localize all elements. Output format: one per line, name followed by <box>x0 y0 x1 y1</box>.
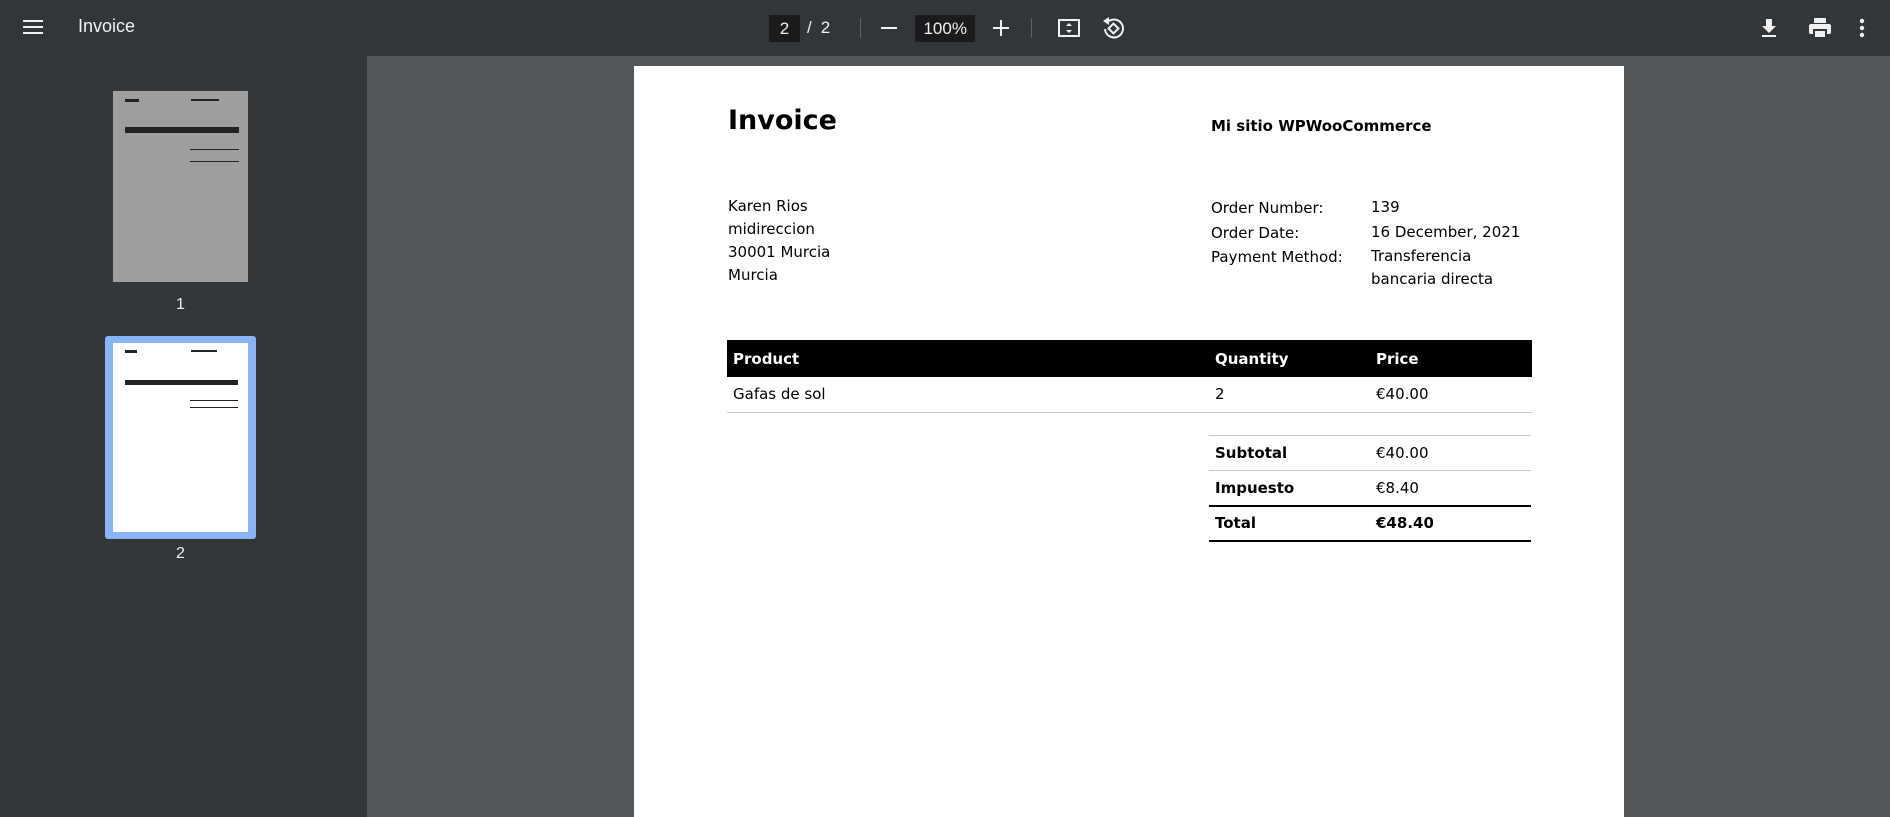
items-table: Product Quantity Price Gafas de sol 2 €4… <box>727 340 1532 413</box>
zoom-input[interactable]: 100% <box>915 14 976 42</box>
download-button[interactable] <box>1755 14 1783 42</box>
thumbnail-label: 1 <box>176 296 185 313</box>
meta-row-order-number: Order Number: 139 <box>1211 196 1521 221</box>
thumbnail-label: 2 <box>176 545 185 562</box>
zoom-out-button[interactable] <box>875 14 903 42</box>
totals-value: €48.40 <box>1370 504 1531 542</box>
header-quantity: Quantity <box>1209 340 1370 377</box>
address-line: Karen Rios <box>728 197 808 215</box>
totals-row-subtotal: Subtotal €40.00 <box>1209 435 1531 471</box>
page-zoom-controls: 2 / 2 100% <box>769 12 1127 44</box>
thumb-line <box>125 380 238 385</box>
meta-value: 16 December, 2021 <box>1371 222 1521 241</box>
print-icon <box>1809 18 1831 39</box>
rotate-button[interactable] <box>1099 14 1127 42</box>
document-title: Invoice <box>78 16 136 36</box>
item-product: Gafas de sol <box>727 377 1209 413</box>
totals-row-tax: Impuesto €8.40 <box>1209 470 1531 506</box>
fit-page-icon <box>1058 19 1081 37</box>
header-price: Price <box>1370 340 1532 377</box>
zoom-in-button[interactable] <box>987 14 1015 42</box>
page-number-input[interactable]: 2 <box>769 14 800 42</box>
thumb-line <box>190 161 239 162</box>
thumbnail-sidebar: 1 2 <box>0 56 367 817</box>
more-options-button[interactable] <box>1852 14 1872 42</box>
meta-label: Order Number: <box>1211 199 1324 217</box>
page-thumbnail-2[interactable] <box>113 343 248 532</box>
totals-value: €40.00 <box>1370 435 1531 471</box>
meta-row-order-date: Order Date: 16 December, 2021 <box>1211 221 1521 246</box>
address-line: Murcia <box>728 266 778 284</box>
totals-table: Subtotal €40.00 Impuesto €8.40 Total €48… <box>1209 435 1531 542</box>
billing-address: Karen Rios midireccion 30001 Murcia Murc… <box>728 195 830 287</box>
header-product: Product <box>727 340 1209 377</box>
fit-page-button[interactable] <box>1055 14 1083 42</box>
meta-value: 139 <box>1371 198 1400 216</box>
minus-icon <box>881 27 898 29</box>
meta-row-payment-method: Payment Method: Transferencia bancaria d… <box>1211 245 1521 291</box>
thumb-line <box>191 350 217 352</box>
item-quantity: 2 <box>1209 377 1370 413</box>
thumb-line <box>125 99 139 102</box>
page-total: 2 <box>820 18 831 37</box>
order-meta: Order Number: 139 Order Date: 16 Decembe… <box>1211 196 1521 291</box>
meta-label: Payment Method: <box>1211 248 1343 266</box>
toolbar-divider <box>1031 18 1033 38</box>
thumb-line <box>190 149 239 150</box>
shop-name: Mi sitio WPWooCommerce <box>1211 117 1432 135</box>
print-button[interactable] <box>1806 14 1834 42</box>
plus-icon <box>993 20 1010 36</box>
totals-label: Impuesto <box>1209 470 1370 506</box>
items-header-row: Product Quantity Price <box>727 340 1532 377</box>
invoice-title: Invoice <box>728 105 837 136</box>
totals-label: Subtotal <box>1209 435 1370 471</box>
address-line: 30001 Murcia <box>728 243 831 261</box>
more-vert-icon <box>1859 18 1865 38</box>
totals-label: Total <box>1209 504 1370 542</box>
document-page: Invoice Mi sitio WPWooCommerce Karen Rio… <box>634 66 1624 817</box>
totals-row-total: Total €48.40 <box>1209 504 1531 542</box>
thumb-line <box>190 400 238 401</box>
table-row: Gafas de sol 2 €40.00 <box>727 377 1532 413</box>
thumb-line <box>190 407 238 408</box>
rotate-icon <box>1103 17 1125 39</box>
meta-label: Order Date: <box>1211 223 1300 242</box>
page-separator: / <box>807 18 812 37</box>
toolbar-divider <box>860 18 862 38</box>
download-icon <box>1762 19 1776 37</box>
thumb-line <box>191 99 219 101</box>
totals-value: €8.40 <box>1370 470 1531 506</box>
meta-value: Transferencia bancaria directa <box>1371 247 1494 288</box>
thumb-line <box>125 350 137 353</box>
address-line: midireccion <box>728 220 815 238</box>
page-thumbnail-1[interactable] <box>113 91 248 282</box>
item-price: €40.00 <box>1370 377 1532 413</box>
menu-icon[interactable] <box>21 16 45 40</box>
pdf-toolbar: Invoice 2 / 2 100% <box>0 0 1890 56</box>
thumb-line <box>125 127 239 133</box>
